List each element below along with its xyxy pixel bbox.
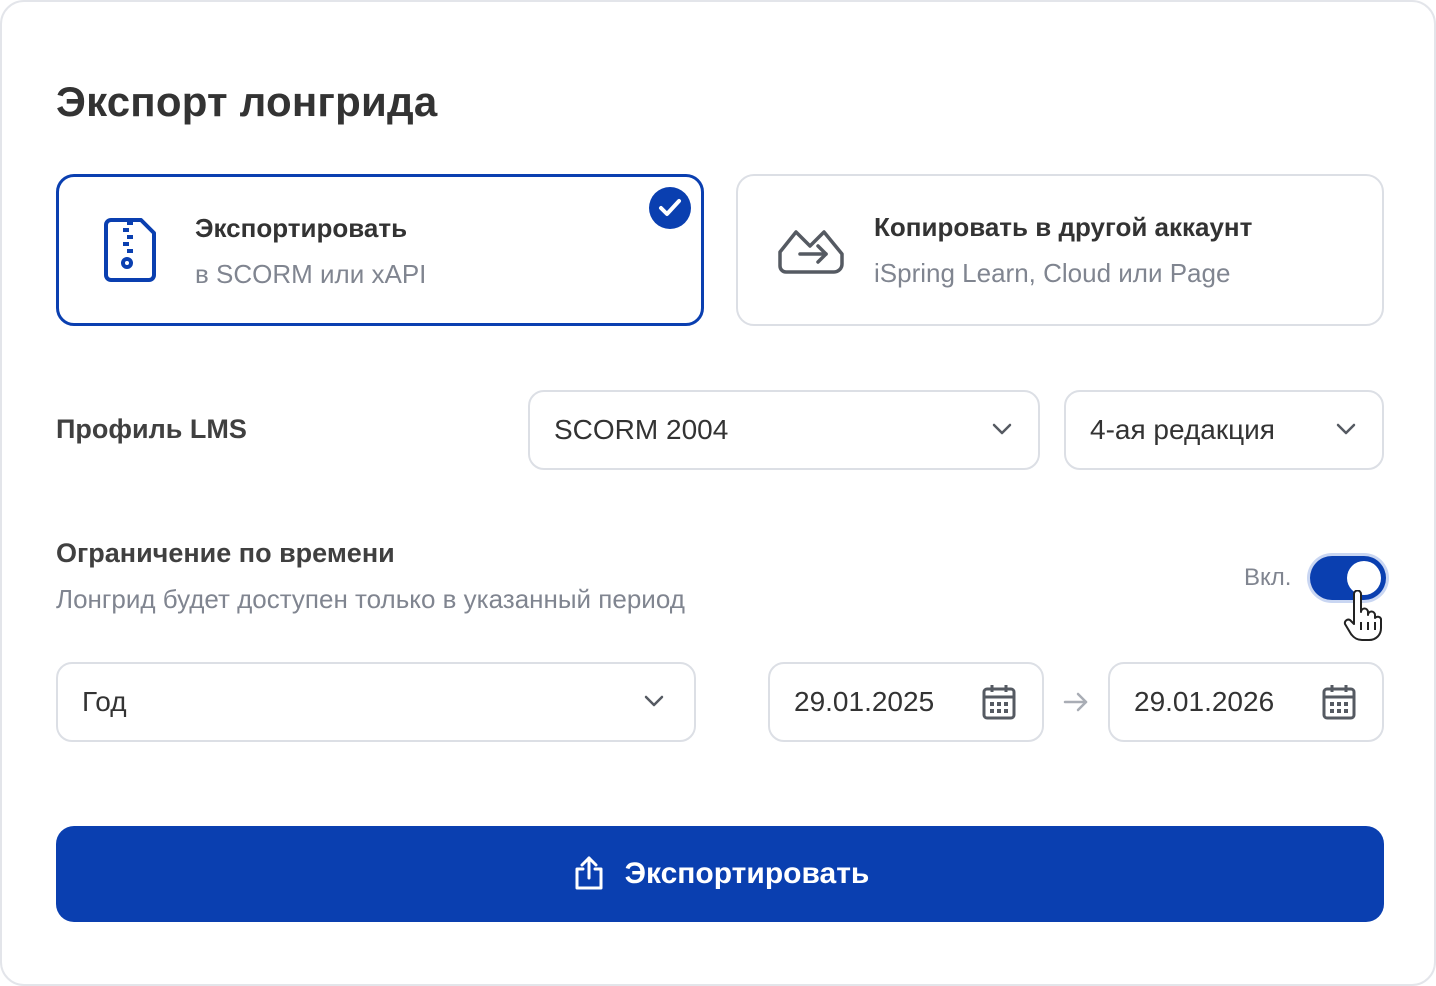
copy-option-card[interactable]: Копировать в другой аккаунт iSpring Lear…	[736, 174, 1384, 326]
lms-edition-value: 4-ая редакция	[1090, 414, 1275, 445]
export-option-subtitle: в SCORM или xAPI	[195, 259, 427, 289]
lms-edition-select[interactable]: 4-ая редакция	[1064, 390, 1384, 470]
dialog-title: Экспорт лонгрида	[56, 78, 438, 125]
date-from-input[interactable]: 29.01.2025	[768, 662, 1044, 742]
share-export-icon	[776, 226, 846, 281]
calendar-icon[interactable]	[1322, 684, 1356, 725]
chevron-down-icon	[1336, 422, 1356, 440]
selected-check-icon	[649, 187, 691, 229]
export-button[interactable]: Экспортировать	[56, 826, 1384, 922]
period-value: Год	[82, 686, 127, 717]
copy-option-subtitle: iSpring Learn, Cloud или Page	[874, 258, 1231, 288]
export-dialog: Экспорт лонгрида Экспортировать в SCORM …	[0, 0, 1436, 986]
lms-profile-value: SCORM 2004	[554, 414, 729, 445]
date-to-input[interactable]: 29.01.2026	[1108, 662, 1384, 742]
toggle-state-label: Вкл.	[1244, 564, 1292, 591]
export-button-label: Экспортировать	[624, 857, 870, 890]
time-limit-title: Ограничение по времени	[56, 538, 395, 568]
export-option-title: Экспортировать	[195, 213, 408, 243]
calendar-icon[interactable]	[982, 684, 1016, 725]
upload-icon	[571, 855, 607, 894]
hand-pointer-cursor-icon	[1342, 589, 1382, 647]
chevron-down-icon	[644, 694, 664, 712]
copy-option-title: Копировать в другой аккаунт	[874, 212, 1253, 242]
arrow-right-icon	[1062, 690, 1090, 719]
date-to-value: 29.01.2026	[1134, 686, 1275, 717]
lms-profile-label: Профиль LMS	[56, 414, 247, 444]
time-limit-description: Лонгрид будет доступен только в указанны…	[56, 584, 685, 614]
export-option-card[interactable]: Экспортировать в SCORM или xAPI	[56, 174, 704, 326]
zip-file-icon	[103, 217, 157, 288]
lms-profile-select[interactable]: SCORM 2004	[528, 390, 1040, 470]
period-select[interactable]: Год	[56, 662, 696, 742]
chevron-down-icon	[992, 422, 1012, 440]
date-from-value: 29.01.2025	[794, 686, 935, 717]
